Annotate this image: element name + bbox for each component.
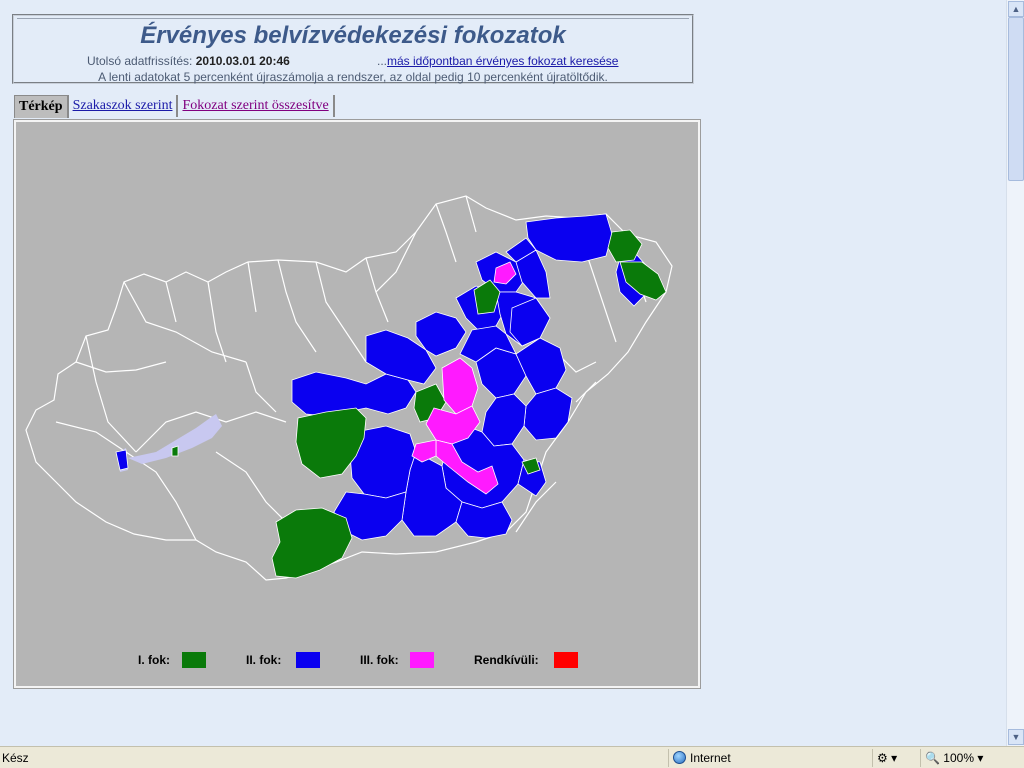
legend-label-grade2: II. fok:: [246, 653, 281, 667]
legend-swatch-grade3: [410, 652, 434, 668]
tab-by-sections[interactable]: Szakaszok szerint: [69, 95, 179, 117]
scroll-down-button[interactable]: ▼: [1008, 729, 1024, 745]
refresh-info: A lenti adatokat 5 percenként újraszámol…: [98, 70, 608, 84]
protected-mode[interactable]: ⚙ ▾: [872, 749, 917, 767]
header-inner: Érvényes belvízvédekezési fokozatok Utol…: [17, 18, 689, 84]
zoom-control[interactable]: 🔍 100% ▾: [920, 749, 1009, 767]
last-update-label: Utolsó adatfrissítés:: [87, 54, 193, 68]
legend-label-grade1: I. fok:: [138, 653, 170, 667]
legend-label-grade3: III. fok:: [360, 653, 399, 667]
other-time-search-link[interactable]: más időpontban érvényes fokozat keresése: [387, 54, 618, 68]
tab-bar: Térkép Szakaszok szerint Fokozat szerint…: [14, 95, 335, 119]
tab-by-grade-summary[interactable]: Fokozat szerint összesítve: [178, 95, 335, 117]
other-time-search: ...más időpontban érvényes fokozat keres…: [377, 54, 618, 68]
tab-by-grade-link[interactable]: Fokozat szerint összesítve: [182, 98, 328, 113]
zoom-icon: 🔍: [925, 751, 940, 765]
legend-swatch-grade1: [182, 652, 206, 668]
security-zone-label: Internet: [690, 751, 731, 765]
other-time-prefix: ...: [377, 54, 388, 68]
legend-label-extraordinary: Rendkívüli:: [474, 653, 539, 667]
map-legend: I. fok: II. fok: III. fok: Rendkívüli:: [138, 652, 578, 668]
tab-map-label: Térkép: [19, 99, 63, 114]
legend-swatch-extraordinary: [554, 652, 578, 668]
scroll-thumb[interactable]: [1008, 17, 1024, 181]
legend-swatch-grade2: [296, 652, 320, 668]
browser-viewport: Érvényes belvízvédekezési fokozatok Utol…: [0, 0, 1006, 746]
chevron-down-icon: ▾: [977, 751, 984, 765]
status-text: Kész: [2, 751, 29, 765]
last-update-line: Utolsó adatfrissítés: 2010.03.01 20:46: [87, 54, 290, 68]
flood-grade-map[interactable]: I. fok: II. fok: III. fok: Rendkívüli:: [16, 122, 698, 686]
scroll-up-button[interactable]: ▲: [1008, 1, 1024, 17]
settings-icon: ⚙ ▾: [877, 751, 898, 765]
header-box: Érvényes belvízvédekezési fokozatok Utol…: [12, 14, 694, 84]
map-panel: I. fok: II. fok: III. fok: Rendkívüli:: [13, 119, 701, 689]
page-title: Érvényes belvízvédekezési fokozatok: [140, 22, 566, 49]
lake-balaton: [128, 414, 222, 464]
security-zone[interactable]: Internet: [668, 749, 873, 767]
grade-2-regions[interactable]: [115, 213, 653, 541]
vertical-scrollbar[interactable]: ▲ ▼: [1006, 0, 1024, 746]
tab-map[interactable]: Térkép: [14, 95, 69, 118]
globe-icon: [673, 751, 686, 764]
status-bar: Kész Internet ⚙ ▾ 🔍 100% ▾: [0, 746, 1024, 768]
last-update-value: 2010.03.01 20:46: [195, 54, 290, 68]
zoom-level: 100%: [943, 751, 974, 765]
tab-by-sections-link[interactable]: Szakaszok szerint: [73, 98, 173, 113]
